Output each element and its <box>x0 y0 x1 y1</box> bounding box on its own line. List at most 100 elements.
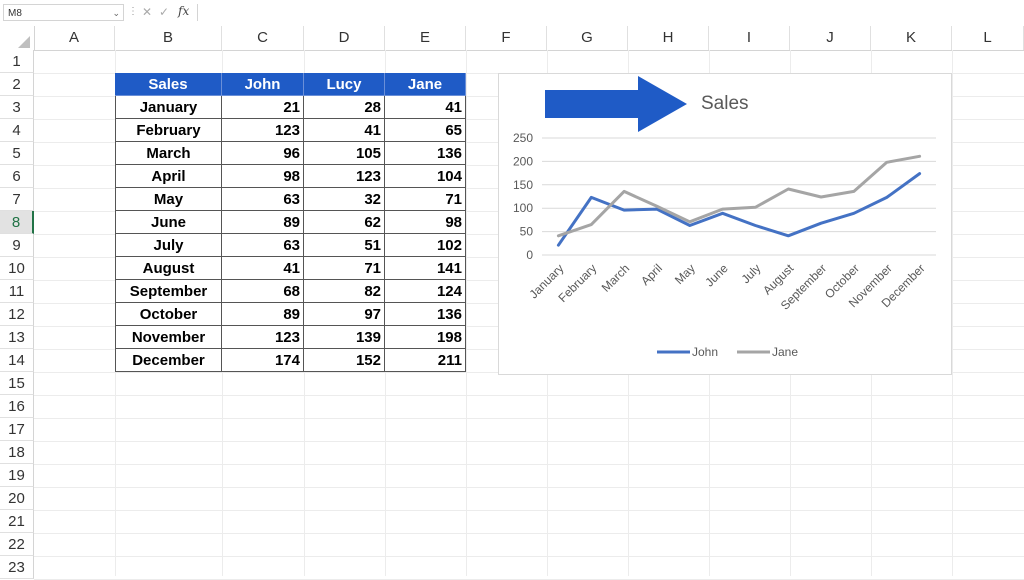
formula-input[interactable] <box>197 4 1024 21</box>
value-cell[interactable]: 41 <box>385 96 466 119</box>
value-cell[interactable]: 96 <box>222 142 304 165</box>
row-header-22[interactable]: 22 <box>0 533 34 556</box>
row-header-21[interactable]: 21 <box>0 510 34 533</box>
value-cell[interactable]: 71 <box>385 188 466 211</box>
month-cell[interactable]: June <box>115 211 222 234</box>
x-tick-label: May <box>672 261 698 287</box>
grid-line <box>34 464 1024 465</box>
table-header-cell[interactable]: Sales <box>115 73 222 96</box>
value-cell[interactable]: 124 <box>385 280 466 303</box>
column-header-k[interactable]: K <box>871 26 952 50</box>
column-header-e[interactable]: E <box>385 26 466 50</box>
grid-line <box>466 50 467 576</box>
name-box[interactable]: M8 ⌄ <box>3 4 124 21</box>
row-header-5[interactable]: 5 <box>0 142 34 165</box>
value-cell[interactable]: 41 <box>222 257 304 280</box>
value-cell[interactable]: 123 <box>222 119 304 142</box>
value-cell[interactable]: 104 <box>385 165 466 188</box>
month-cell[interactable]: November <box>115 326 222 349</box>
value-cell[interactable]: 41 <box>304 119 385 142</box>
row-header-4[interactable]: 4 <box>0 119 34 142</box>
line-chart[interactable]: Sales 0 50 100 150 200 250 January February March… <box>498 73 952 375</box>
row-header-14[interactable]: 14 <box>0 349 34 372</box>
value-cell[interactable]: 89 <box>222 303 304 326</box>
column-header-i[interactable]: I <box>709 26 790 50</box>
column-header-d[interactable]: D <box>304 26 385 50</box>
insert-function-icon[interactable]: fx <box>178 4 189 18</box>
value-cell[interactable]: 136 <box>385 303 466 326</box>
column-header-j[interactable]: J <box>790 26 871 50</box>
drag-handle-icon[interactable]: ⋮ <box>128 6 138 17</box>
month-cell[interactable]: October <box>115 303 222 326</box>
value-cell[interactable]: 174 <box>222 349 304 372</box>
row-header-12[interactable]: 12 <box>0 303 34 326</box>
table-header-cell[interactable]: Lucy <box>304 73 385 96</box>
value-cell[interactable]: 28 <box>304 96 385 119</box>
chevron-down-icon[interactable]: ⌄ <box>112 5 120 22</box>
value-cell[interactable]: 141 <box>385 257 466 280</box>
row-header-17[interactable]: 17 <box>0 418 34 441</box>
column-header-f[interactable]: F <box>466 26 547 50</box>
row-header-11[interactable]: 11 <box>0 280 34 303</box>
column-header-h[interactable]: H <box>628 26 709 50</box>
table-header-cell[interactable]: Jane <box>385 73 466 96</box>
month-cell[interactable]: March <box>115 142 222 165</box>
row-header-9[interactable]: 9 <box>0 234 34 257</box>
value-cell[interactable]: 139 <box>304 326 385 349</box>
value-cell[interactable]: 51 <box>304 234 385 257</box>
row-header-6[interactable]: 6 <box>0 165 34 188</box>
month-cell[interactable]: April <box>115 165 222 188</box>
value-cell[interactable]: 63 <box>222 234 304 257</box>
value-cell[interactable]: 105 <box>304 142 385 165</box>
row-header-3[interactable]: 3 <box>0 96 34 119</box>
value-cell[interactable]: 82 <box>304 280 385 303</box>
row-header-20[interactable]: 20 <box>0 487 34 510</box>
value-cell[interactable]: 211 <box>385 349 466 372</box>
month-cell[interactable]: December <box>115 349 222 372</box>
value-cell[interactable]: 62 <box>304 211 385 234</box>
value-cell[interactable]: 123 <box>222 326 304 349</box>
cancel-icon[interactable]: ✕ <box>142 5 152 19</box>
value-cell[interactable]: 21 <box>222 96 304 119</box>
table-header-cell[interactable]: John <box>222 73 304 96</box>
column-header-c[interactable]: C <box>222 26 304 50</box>
value-cell[interactable]: 71 <box>304 257 385 280</box>
x-tick-label: March <box>599 261 632 294</box>
row-header-7[interactable]: 7 <box>0 188 34 211</box>
month-cell[interactable]: May <box>115 188 222 211</box>
value-cell[interactable]: 152 <box>304 349 385 372</box>
value-cell[interactable]: 32 <box>304 188 385 211</box>
row-header-18[interactable]: 18 <box>0 441 34 464</box>
grid-line <box>34 510 1024 511</box>
row-header-19[interactable]: 19 <box>0 464 34 487</box>
month-cell[interactable]: July <box>115 234 222 257</box>
value-cell[interactable]: 136 <box>385 142 466 165</box>
month-cell[interactable]: September <box>115 280 222 303</box>
value-cell[interactable]: 63 <box>222 188 304 211</box>
check-icon[interactable]: ✓ <box>159 5 169 19</box>
row-header-13[interactable]: 13 <box>0 326 34 349</box>
value-cell[interactable]: 102 <box>385 234 466 257</box>
x-tick-label: July <box>739 261 764 286</box>
column-header-l[interactable]: L <box>952 26 1024 50</box>
row-header-8[interactable]: 8 <box>0 211 34 234</box>
column-header-b[interactable]: B <box>115 26 222 50</box>
month-cell[interactable]: January <box>115 96 222 119</box>
month-cell[interactable]: August <box>115 257 222 280</box>
value-cell[interactable]: 98 <box>222 165 304 188</box>
row-header-10[interactable]: 10 <box>0 257 34 280</box>
column-header-g[interactable]: G <box>547 26 628 50</box>
value-cell[interactable]: 123 <box>304 165 385 188</box>
row-header-1[interactable]: 1 <box>0 50 34 73</box>
value-cell[interactable]: 198 <box>385 326 466 349</box>
row-header-2[interactable]: 2 <box>0 73 34 96</box>
month-cell[interactable]: February <box>115 119 222 142</box>
value-cell[interactable]: 65 <box>385 119 466 142</box>
row-header-16[interactable]: 16 <box>0 395 34 418</box>
row-header-15[interactable]: 15 <box>0 372 34 395</box>
value-cell[interactable]: 89 <box>222 211 304 234</box>
column-header-a[interactable]: A <box>34 26 115 50</box>
value-cell[interactable]: 68 <box>222 280 304 303</box>
value-cell[interactable]: 97 <box>304 303 385 326</box>
value-cell[interactable]: 98 <box>385 211 466 234</box>
